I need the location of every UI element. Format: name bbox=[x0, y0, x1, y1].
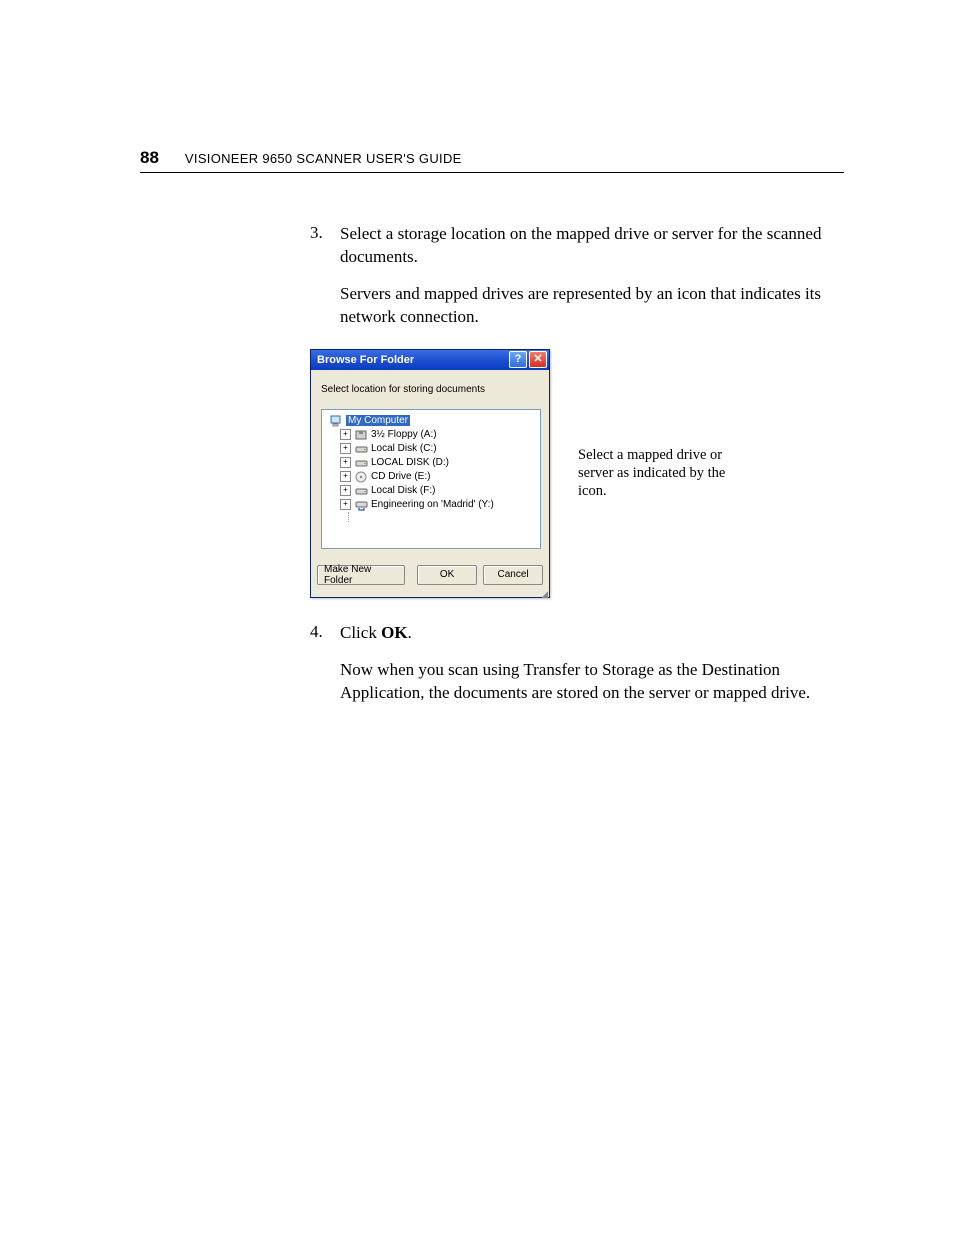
disk-icon bbox=[355, 443, 368, 455]
figure-row: Browse For Folder ? ✕ Select location fo… bbox=[310, 349, 844, 598]
figure-callout: Select a mapped drive or server as indic… bbox=[578, 446, 748, 500]
header-title: VISIONEER 9650 SCANNER USER'S GUIDE bbox=[185, 151, 462, 166]
tree-root[interactable]: My Computer bbox=[326, 414, 536, 428]
disk-icon bbox=[355, 485, 368, 497]
step-text: Select a storage location on the mapped … bbox=[340, 223, 844, 269]
tree-item-label: Local Disk (F:) bbox=[371, 485, 435, 496]
expand-icon[interactable]: + bbox=[340, 429, 351, 440]
step-4: 4. Click OK. bbox=[310, 622, 844, 645]
cancel-button[interactable]: Cancel bbox=[483, 565, 543, 585]
step-4-paragraph: Now when you scan using Transfer to Stor… bbox=[340, 659, 844, 705]
tree-item-cd[interactable]: + CD Drive (E:) bbox=[326, 470, 536, 484]
expand-icon[interactable]: + bbox=[340, 485, 351, 496]
computer-icon bbox=[330, 415, 343, 427]
step-text: Click OK. bbox=[340, 622, 412, 645]
close-button[interactable]: ✕ bbox=[529, 351, 547, 368]
help-button[interactable]: ? bbox=[509, 351, 527, 368]
expand-icon[interactable]: + bbox=[340, 499, 351, 510]
tree-item-label: Engineering on 'Madrid' (Y:) bbox=[371, 499, 494, 510]
network-drive-icon bbox=[355, 499, 368, 511]
page-number: 88 bbox=[140, 148, 159, 168]
disk-icon bbox=[355, 457, 368, 469]
tree-item-disk-c[interactable]: + Local Disk (C:) bbox=[326, 442, 536, 456]
tree-item-disk-d[interactable]: + LOCAL DISK (D:) bbox=[326, 456, 536, 470]
folder-tree[interactable]: My Computer + 3½ Floppy (A:) + Local Dis… bbox=[321, 409, 541, 549]
ok-button[interactable]: OK bbox=[417, 565, 477, 585]
floppy-icon bbox=[355, 429, 368, 441]
resize-grip[interactable]: ◢ bbox=[311, 591, 549, 597]
expand-icon[interactable]: + bbox=[340, 471, 351, 482]
step-3: 3. Select a storage location on the mapp… bbox=[310, 223, 844, 269]
tree-item-floppy[interactable]: + 3½ Floppy (A:) bbox=[326, 428, 536, 442]
dialog-titlebar: Browse For Folder ? ✕ bbox=[311, 350, 549, 370]
tree-item-network[interactable]: + Engineering on 'Madrid' (Y:) bbox=[326, 498, 536, 512]
tree-item-label: Local Disk (C:) bbox=[371, 443, 437, 454]
step-number: 4. bbox=[310, 622, 340, 645]
step-number: 3. bbox=[310, 223, 340, 269]
tree-item-label: 3½ Floppy (A:) bbox=[371, 429, 437, 440]
tree-stub bbox=[348, 512, 536, 522]
tree-item-label: CD Drive (E:) bbox=[371, 471, 430, 482]
dialog-instruction: Select location for storing documents bbox=[321, 384, 541, 395]
page-header: 88 VISIONEER 9650 SCANNER USER'S GUIDE bbox=[140, 148, 844, 173]
make-new-folder-button[interactable]: Make New Folder bbox=[317, 565, 405, 585]
step-3-paragraph: Servers and mapped drives are represente… bbox=[340, 283, 844, 329]
expand-icon[interactable]: + bbox=[340, 443, 351, 454]
tree-root-label: My Computer bbox=[346, 415, 410, 426]
dialog-title: Browse For Folder bbox=[317, 354, 507, 366]
tree-item-label: LOCAL DISK (D:) bbox=[371, 457, 449, 468]
expand-icon[interactable]: + bbox=[340, 457, 351, 468]
cd-icon bbox=[355, 471, 368, 483]
tree-item-disk-f[interactable]: + Local Disk (F:) bbox=[326, 484, 536, 498]
browse-folder-dialog: Browse For Folder ? ✕ Select location fo… bbox=[310, 349, 550, 598]
